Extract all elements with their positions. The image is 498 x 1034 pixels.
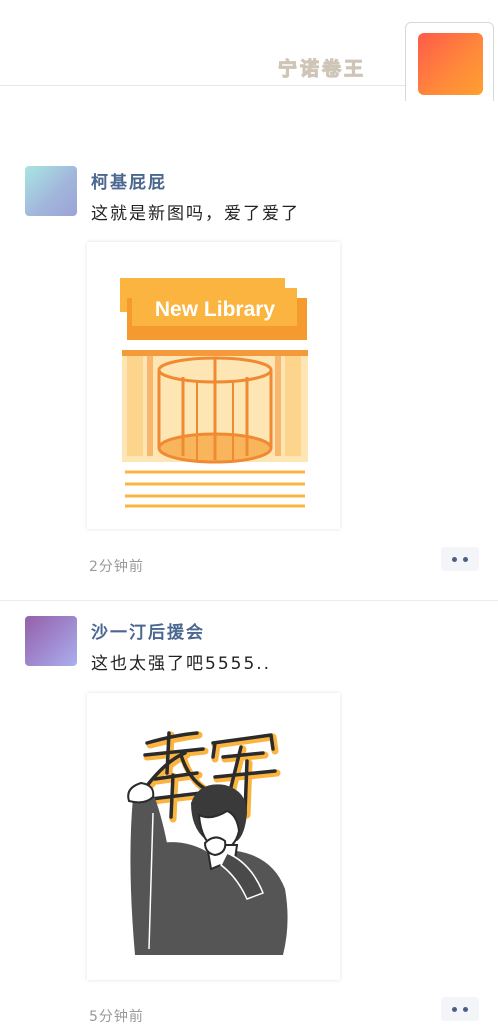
- post-timestamp: 2分钟前: [89, 559, 144, 575]
- profile-avatar[interactable]: [418, 33, 483, 95]
- more-button[interactable]: [441, 547, 479, 571]
- library-banner-text: New Library: [155, 298, 276, 321]
- top-bar: 宁诺卷王: [0, 0, 498, 101]
- post-author-avatar[interactable]: [25, 166, 77, 216]
- library-illustration: New Library: [120, 278, 308, 508]
- more-dots-icon: [452, 557, 457, 562]
- more-dots-icon: [463, 1007, 468, 1012]
- header-divider: [0, 85, 408, 86]
- more-dots-icon: [463, 557, 468, 562]
- third-place-illustration: [127, 731, 288, 955]
- post-author-avatar[interactable]: [25, 616, 77, 666]
- post-author-name[interactable]: 沙一汀后援会: [91, 618, 205, 643]
- more-dots-icon: [452, 1007, 457, 1012]
- post-image-library[interactable]: New Library: [87, 242, 340, 529]
- post-text: 这也太强了吧5555..: [91, 654, 272, 674]
- more-button[interactable]: [441, 997, 479, 1021]
- post-divider: [0, 600, 498, 601]
- post-author-name[interactable]: 柯基屁屁: [91, 168, 167, 193]
- post-timestamp: 5分钟前: [89, 1009, 144, 1025]
- page-title: 宁诺卷王: [277, 58, 367, 81]
- post-text: 这就是新图吗，爱了爱了: [91, 204, 300, 224]
- post-image-third-place[interactable]: [87, 693, 340, 980]
